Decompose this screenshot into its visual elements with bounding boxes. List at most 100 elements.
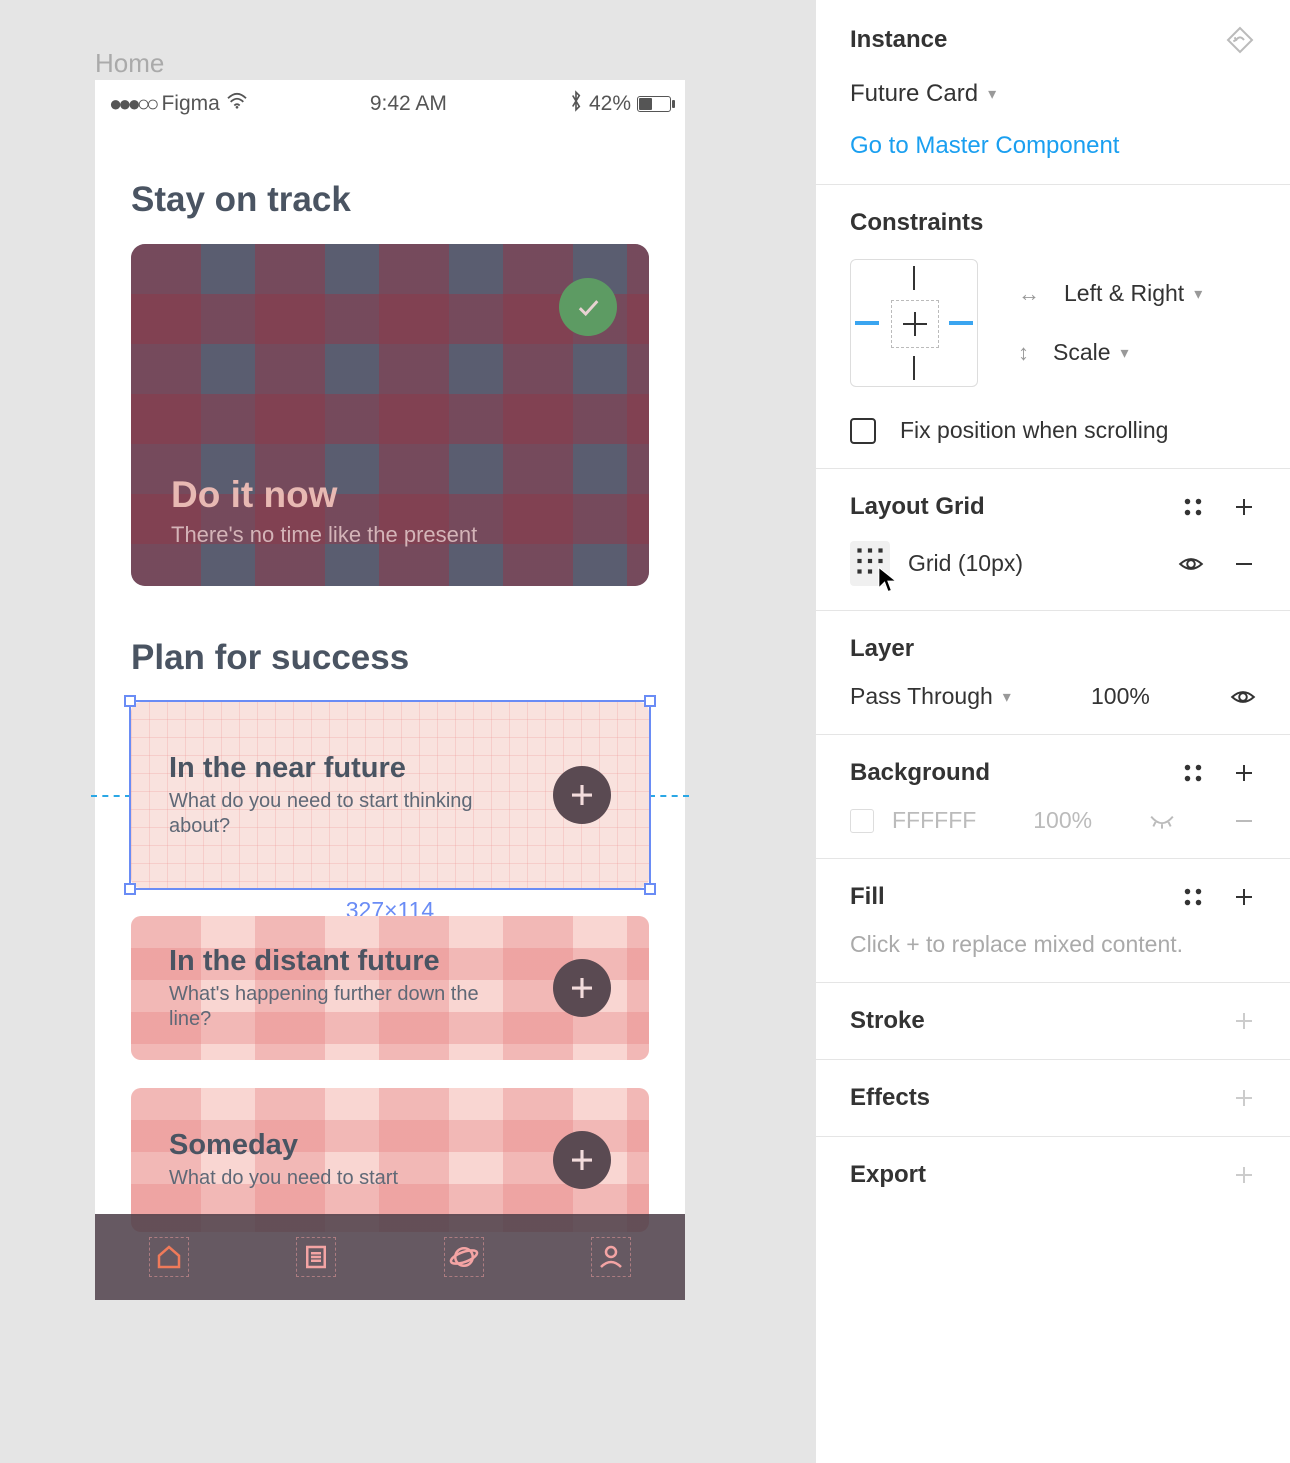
card-subtitle: What do you need to start thinking about… (169, 789, 489, 839)
chevron-down-icon: ▾ (1003, 687, 1011, 707)
fix-position-checkbox[interactable]: Fix position when scrolling (850, 417, 1256, 444)
four-dots-icon (1182, 496, 1204, 518)
constraint-horizontal-select[interactable]: ↔ Left & Right▾ (1018, 280, 1202, 307)
status-bar: ●●●○○ Figma 9:42 AM 42% (95, 80, 685, 128)
remove-background-button[interactable] (1232, 809, 1256, 833)
plus-icon (567, 1145, 597, 1175)
plus-icon (1232, 885, 1256, 909)
section-layer: Layer Pass Through ▾ 100% (816, 611, 1290, 735)
color-swatch[interactable] (850, 809, 874, 833)
minus-icon (1232, 809, 1256, 833)
section-export: Export (816, 1137, 1290, 1213)
section-header-layout-grid: Layout Grid (850, 493, 985, 521)
constraint-diagram[interactable] (850, 259, 978, 387)
add-export-button[interactable] (1232, 1163, 1256, 1187)
add-fill-button[interactable] (1232, 885, 1256, 909)
constraint-vertical-select[interactable]: ↕ Scale▾ (1018, 339, 1202, 366)
section-stroke: Stroke (816, 983, 1290, 1060)
hero-card[interactable]: Do it now There's no time like the prese… (131, 244, 649, 586)
component-name: Future Card (850, 80, 978, 108)
add-stroke-button[interactable] (1232, 1009, 1256, 1033)
tab-home[interactable] (149, 1237, 189, 1277)
section-fill: Fill Click + to replace mixed content. (816, 859, 1290, 983)
plus-icon (567, 973, 597, 1003)
section-instance: Instance Future Card ▾ Go to Master Comp… (816, 0, 1290, 185)
plus-icon (1232, 495, 1256, 519)
section-header-instance: Instance (850, 26, 947, 54)
eye-icon (1230, 684, 1256, 710)
toggle-visibility-button[interactable] (1149, 812, 1175, 830)
check-icon (574, 293, 602, 321)
section-header-constraints: Constraints (850, 209, 1256, 237)
card-subtitle: What do you need to start (169, 1166, 398, 1191)
list-icon (301, 1242, 331, 1272)
add-background-button[interactable] (1232, 761, 1256, 785)
add-button[interactable] (553, 766, 611, 824)
plus-icon (1232, 1086, 1256, 1110)
card-title: Someday (169, 1129, 398, 1162)
wifi-icon (226, 92, 248, 116)
section-constraints: Constraints ↔ Left & Right▾ ↕ Scale▾ Fix (816, 185, 1290, 469)
go-to-master-link[interactable]: Go to Master Component (850, 132, 1119, 160)
resize-handle[interactable] (644, 695, 656, 707)
reset-overrides-button[interactable] (1224, 24, 1256, 56)
plus-icon (1232, 1163, 1256, 1187)
blend-mode-value: Pass Through (850, 683, 993, 710)
add-grid-button[interactable] (1232, 495, 1256, 519)
background-opacity-input[interactable]: 100% (1033, 807, 1092, 834)
chevron-down-icon: ▾ (1121, 343, 1129, 363)
add-button[interactable] (553, 959, 611, 1017)
design-canvas[interactable]: Home ●●●○○ Figma 9:42 AM 42% Stay on tra… (0, 0, 815, 1463)
planet-icon (449, 1242, 479, 1272)
constraint-v-value: Scale (1053, 339, 1111, 366)
future-card-near[interactable]: In the near future What do you need to s… (131, 702, 649, 888)
four-dots-icon (1182, 762, 1204, 784)
four-dots-icon (1182, 886, 1204, 908)
frame-home[interactable]: ●●●○○ Figma 9:42 AM 42% Stay on track (95, 80, 685, 1300)
bluetooth-icon (569, 90, 583, 118)
selected-layer[interactable]: In the near future What do you need to s… (131, 702, 649, 888)
chevron-down-icon: ▾ (988, 84, 996, 104)
user-icon (596, 1242, 626, 1272)
section-layout-grid: Layout Grid Gri (816, 469, 1290, 611)
card-title: In the distant future (169, 945, 489, 978)
carrier-label: Figma (161, 92, 219, 116)
tab-profile[interactable] (591, 1237, 631, 1277)
properties-panel: Instance Future Card ▾ Go to Master Comp… (815, 0, 1290, 1463)
card-subtitle: What's happening further down the line? (169, 982, 489, 1032)
check-badge[interactable] (559, 278, 617, 336)
remove-grid-button[interactable] (1232, 552, 1256, 576)
resize-handle[interactable] (124, 695, 136, 707)
section-title-track: Stay on track (131, 180, 685, 220)
style-button[interactable] (1182, 762, 1204, 784)
section-title-plan: Plan for success (131, 638, 685, 678)
toggle-visibility-button[interactable] (1230, 684, 1256, 710)
style-button[interactable] (1182, 496, 1204, 518)
component-select[interactable]: Future Card ▾ (850, 80, 1256, 108)
future-card-distant[interactable]: In the distant future What's happening f… (131, 916, 649, 1060)
resize-handle[interactable] (644, 883, 656, 895)
section-background: Background FFFFFF 100% (816, 735, 1290, 859)
layer-opacity-input[interactable]: 100% (1091, 683, 1150, 710)
tab-list[interactable] (296, 1237, 336, 1277)
future-card-someday[interactable]: Someday What do you need to start (131, 1088, 649, 1232)
background-hex-input[interactable]: FFFFFF (892, 807, 976, 834)
clock-label: 9:42 AM (370, 92, 447, 116)
home-icon (154, 1242, 184, 1272)
toggle-visibility-button[interactable] (1178, 551, 1204, 577)
style-button[interactable] (1182, 886, 1204, 908)
tab-explore[interactable] (444, 1237, 484, 1277)
grid-item-label[interactable]: Grid (10px) (908, 550, 1023, 577)
section-header-fill: Fill (850, 883, 885, 911)
alignment-guide (649, 795, 689, 797)
cursor-icon (876, 565, 900, 602)
constraint-h-value: Left & Right (1064, 280, 1184, 307)
eye-closed-icon (1149, 812, 1175, 830)
resize-handle[interactable] (124, 883, 136, 895)
grid-type-button[interactable] (850, 541, 890, 586)
frame-label[interactable]: Home (95, 48, 164, 79)
add-effect-button[interactable] (1232, 1086, 1256, 1110)
blend-mode-select[interactable]: Pass Through ▾ (850, 683, 1011, 710)
fix-position-label: Fix position when scrolling (900, 417, 1168, 444)
add-button[interactable] (553, 1131, 611, 1189)
